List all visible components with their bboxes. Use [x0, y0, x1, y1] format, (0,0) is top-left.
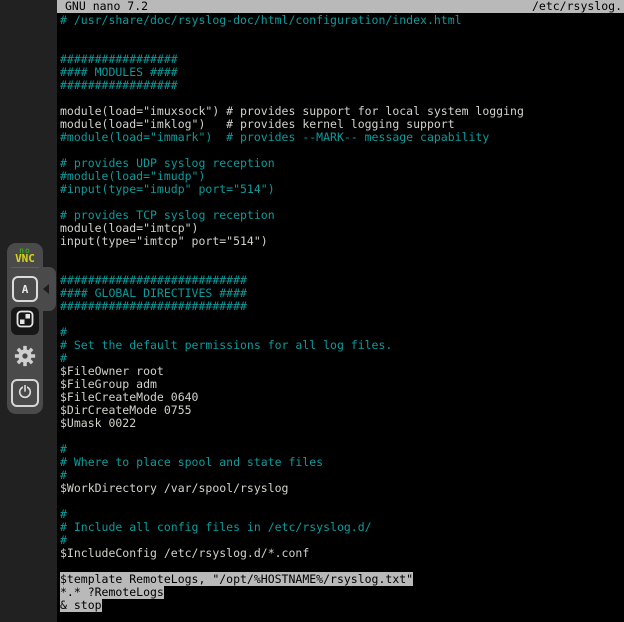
editor-line: [60, 313, 624, 326]
editor-line: [60, 430, 624, 443]
editor-line: # Set the default permissions for all lo…: [60, 339, 624, 352]
panel-divider: [11, 267, 39, 268]
editor-line: & stop: [60, 599, 624, 612]
editor-line: #module(load="immark") # provides --MARK…: [60, 131, 624, 144]
editor-line: $IncludeConfig /etc/rsyslog.d/*.conf: [60, 547, 624, 560]
nano-titlebar: GNU nano 7.2 /etc/rsyslog.: [57, 0, 624, 13]
settings-button[interactable]: [13, 346, 37, 370]
collapse-arrow-icon: [43, 284, 49, 294]
editor-line: input(type="imtcp" port="514"): [60, 235, 624, 248]
editor-line: ###########################: [60, 300, 624, 313]
novnc-logo: no VNC: [7, 247, 43, 264]
fullscreen-icon: [15, 309, 35, 333]
editor-line: #input(type="imudp" port="514"): [60, 183, 624, 196]
novnc-logo-vnc: VNC: [7, 254, 43, 264]
editor-line: $Umask 0022: [60, 417, 624, 430]
editor-line: # /usr/share/doc/rsyslog-doc/html/config…: [60, 14, 624, 27]
editor-line: [60, 495, 624, 508]
gear-icon: [14, 345, 36, 371]
power-button[interactable]: [11, 379, 39, 407]
editor-content[interactable]: # /usr/share/doc/rsyslog-doc/html/config…: [60, 14, 624, 612]
fullscreen-button[interactable]: [11, 307, 39, 335]
editor-line: [60, 248, 624, 261]
nano-version-label: GNU nano 7.2: [65, 0, 148, 13]
editor-line: [60, 27, 624, 40]
vnc-control-panel: no VNC A: [7, 243, 43, 414]
editor-line: # Where to place spool and state files: [60, 456, 624, 469]
screen: GNU nano 7.2 /etc/rsyslog. # /usr/share/…: [0, 0, 624, 622]
clipboard-button[interactable]: A: [12, 276, 38, 302]
editor-line: *.* ?RemoteLogs: [60, 586, 624, 599]
clipboard-icon: A: [22, 283, 29, 296]
editor-line: #################: [60, 79, 624, 92]
editor-line: $DirCreateMode 0755: [60, 404, 624, 417]
editor-line: $WorkDirectory /var/spool/rsyslog: [60, 482, 624, 495]
nano-editor-window[interactable]: GNU nano 7.2 /etc/rsyslog. # /usr/share/…: [57, 0, 624, 622]
power-icon: [17, 383, 33, 403]
editor-line: # Include all config files in /etc/rsysl…: [60, 521, 624, 534]
nano-filename-label: /etc/rsyslog.: [532, 0, 622, 13]
